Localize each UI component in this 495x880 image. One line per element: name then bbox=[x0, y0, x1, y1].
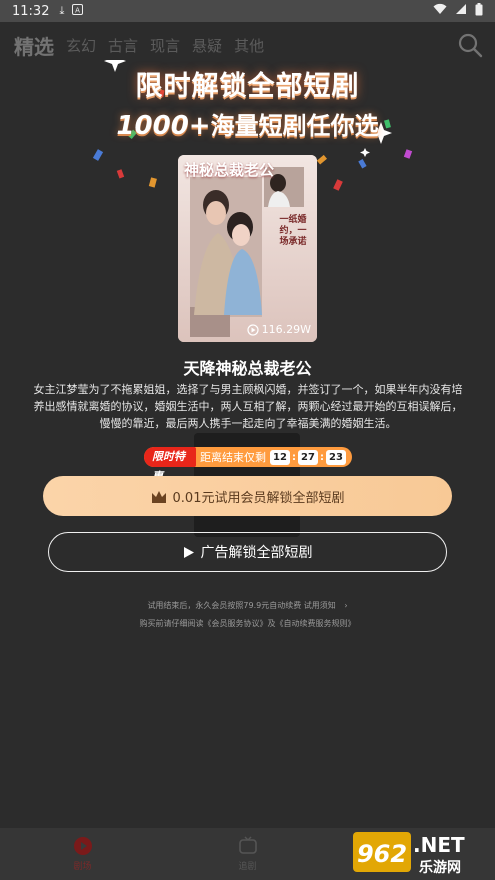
theater-icon bbox=[73, 837, 92, 855]
wifi-icon bbox=[433, 3, 447, 19]
limited-offer-tag: 限时特惠 距离结束仅剩 12 : 27 : 23 bbox=[144, 447, 352, 483]
limited-offer-label: 限时特惠 bbox=[144, 447, 196, 483]
nav-following[interactable]: 追剧 bbox=[165, 828, 330, 880]
agreement-terms[interactable]: 购买前请仔细阅读《会员服务协议》及《自动续费服务规则》 bbox=[0, 618, 495, 629]
svg-text:.NET: .NET bbox=[413, 833, 465, 857]
play-count-icon bbox=[247, 323, 259, 336]
drama-poster[interactable]: 神秘总裁老公 一纸婚约，一场承诺 116.29W bbox=[178, 155, 317, 342]
watermark-logo: 962 .NET 乐游网 bbox=[351, 828, 491, 878]
status-bar: 11:32 ⤓ A bbox=[0, 0, 495, 22]
trial-terms[interactable]: 试用结束后，永久会员按照79.9元自动续费 试用须知 › bbox=[0, 600, 495, 611]
watch-ad-button[interactable]: 广告解锁全部短剧 bbox=[48, 532, 447, 572]
poster-artwork bbox=[178, 155, 317, 342]
promo-subtitle-text: 海量短剧任你选 bbox=[210, 112, 379, 140]
drama-description: 女主江梦莹为了不拖累姐姐，选择了与男主顾枫闪婚，并签订了一个，如果半年内没有培养… bbox=[33, 383, 463, 430]
status-time: 11:32 bbox=[12, 3, 50, 19]
promo-title: 限时解锁全部短剧 bbox=[135, 71, 360, 102]
countdown-hours: 12 bbox=[270, 449, 290, 465]
battery-icon bbox=[475, 2, 483, 20]
vip-trial-label: 0.01元试用会员解锁全部短剧 bbox=[172, 490, 345, 506]
nav-theater-label: 剧场 bbox=[73, 862, 92, 872]
countdown-minutes: 27 bbox=[298, 449, 318, 465]
poster-views-count: 116.29W bbox=[261, 323, 311, 336]
trial-terms-text: 试用结束后，永久会员按照79.9元自动续费 试用须知 bbox=[147, 601, 336, 610]
nav-following-label: 追剧 bbox=[238, 862, 257, 872]
drama-title: 天降神秘总裁老公 bbox=[183, 359, 312, 378]
play-icon bbox=[183, 546, 194, 558]
watch-ad-label: 广告解锁全部短剧 bbox=[200, 545, 313, 561]
svg-text:乐游网: 乐游网 bbox=[419, 859, 461, 876]
poster-cover-tagline: 一纸婚约，一场承诺 bbox=[279, 215, 307, 247]
svg-text:962: 962 bbox=[357, 840, 407, 868]
promo-subtitle: 1000+海量短剧任你选 bbox=[0, 106, 495, 141]
poster-views: 116.29W bbox=[247, 323, 311, 336]
notification-icon: A bbox=[72, 3, 84, 19]
limited-offer-text: 距离结束仅剩 bbox=[200, 451, 266, 464]
chevron-right-icon: › bbox=[344, 601, 348, 610]
download-icon: ⤓ bbox=[59, 4, 65, 17]
nav-theater[interactable]: 剧场 bbox=[0, 828, 165, 880]
crown-icon bbox=[151, 490, 166, 503]
poster-cover-title: 神秘总裁老公 bbox=[184, 161, 275, 179]
svg-text:A: A bbox=[75, 6, 80, 14]
countdown: 12 : 27 : 23 bbox=[270, 449, 346, 465]
vip-trial-button[interactable]: 0.01元试用会员解锁全部短剧 bbox=[43, 476, 452, 516]
tv-icon bbox=[238, 836, 257, 854]
countdown-seconds: 23 bbox=[326, 449, 346, 465]
promo-subtitle-number: 1000+ bbox=[116, 111, 211, 141]
signal-icon bbox=[455, 3, 467, 19]
